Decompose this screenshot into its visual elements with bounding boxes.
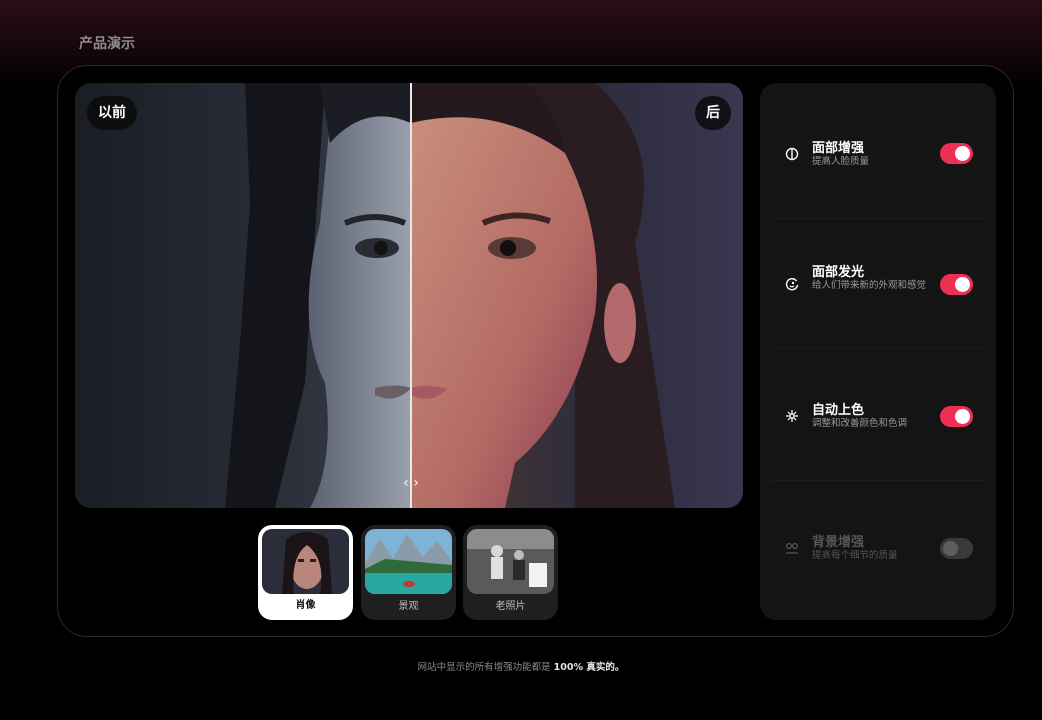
feature-face-enhance: 面部增强 提高人脸质量 <box>772 89 984 219</box>
thumb-label: 老照片 <box>495 601 526 612</box>
auto-color-toggle[interactable] <box>940 406 973 427</box>
feature-desc: 给人们带来新的外观和感觉 <box>812 280 927 291</box>
thumb-old-photo[interactable]: 老照片 <box>463 525 558 620</box>
compare-slider-handle[interactable]: ‹ › <box>398 475 424 491</box>
sample-thumbnails: 肖像 景观 老照片 <box>258 525 558 621</box>
feature-auto-color: 自动上色 调整和改善颜色和色调 <box>772 351 984 481</box>
before-label: 以前 <box>87 96 137 130</box>
face-glow-icon <box>784 277 800 293</box>
thumb-label: 景观 <box>398 601 419 612</box>
portrait-before <box>225 83 411 508</box>
portrait-after <box>411 83 675 508</box>
feature-title: 自动上色 <box>812 403 865 418</box>
footer-emphasis: 100% 真实的。 <box>553 662 625 673</box>
feature-face-glow: 面部发光 给人们带来新的外观和感觉 <box>772 219 984 349</box>
old-photo-thumbnail-image <box>467 529 554 594</box>
feature-desc: 提高人脸质量 <box>812 156 870 167</box>
feature-title: 面部发光 <box>812 265 865 280</box>
feature-background-enhance: 背景增强 提高每个细节的质量 <box>772 483 984 613</box>
feature-desc: 调整和改善颜色和色调 <box>812 418 908 429</box>
thumb-portrait[interactable]: 肖像 <box>258 525 353 620</box>
section-title: 产品演示 <box>79 36 135 52</box>
feature-title: 背景增强 <box>812 535 865 550</box>
footer-text: 网站中显示的所有增强功能都是 <box>417 662 554 673</box>
after-label: 后 <box>695 96 731 130</box>
background-icon <box>784 541 800 557</box>
feature-panel: 面部增强 提高人脸质量 面部发光 给人们带来新的外观和感觉 自动上色 调整和改善… <box>760 83 996 620</box>
face-enhance-toggle[interactable] <box>940 143 973 164</box>
face-glow-toggle[interactable] <box>940 274 973 295</box>
after-image <box>411 83 743 508</box>
thumb-label: 肖像 <box>295 600 316 611</box>
before-after-compare[interactable]: ‹ › 以前 后 <box>75 83 743 508</box>
feature-title: 面部增强 <box>812 141 865 156</box>
footer-note: 网站中显示的所有增强功能都是 100% 真实的。 <box>0 659 1042 673</box>
sparkle-icon <box>784 409 800 425</box>
before-image <box>75 83 411 508</box>
feature-desc: 提高每个细节的质量 <box>812 550 898 561</box>
thumb-landscape[interactable]: 景观 <box>361 525 456 620</box>
portrait-thumbnail-image <box>262 529 349 594</box>
background-enhance-toggle[interactable] <box>940 538 973 559</box>
compare-divider[interactable] <box>410 83 412 508</box>
landscape-thumbnail-image <box>365 529 452 594</box>
face-enhance-icon <box>784 147 800 163</box>
